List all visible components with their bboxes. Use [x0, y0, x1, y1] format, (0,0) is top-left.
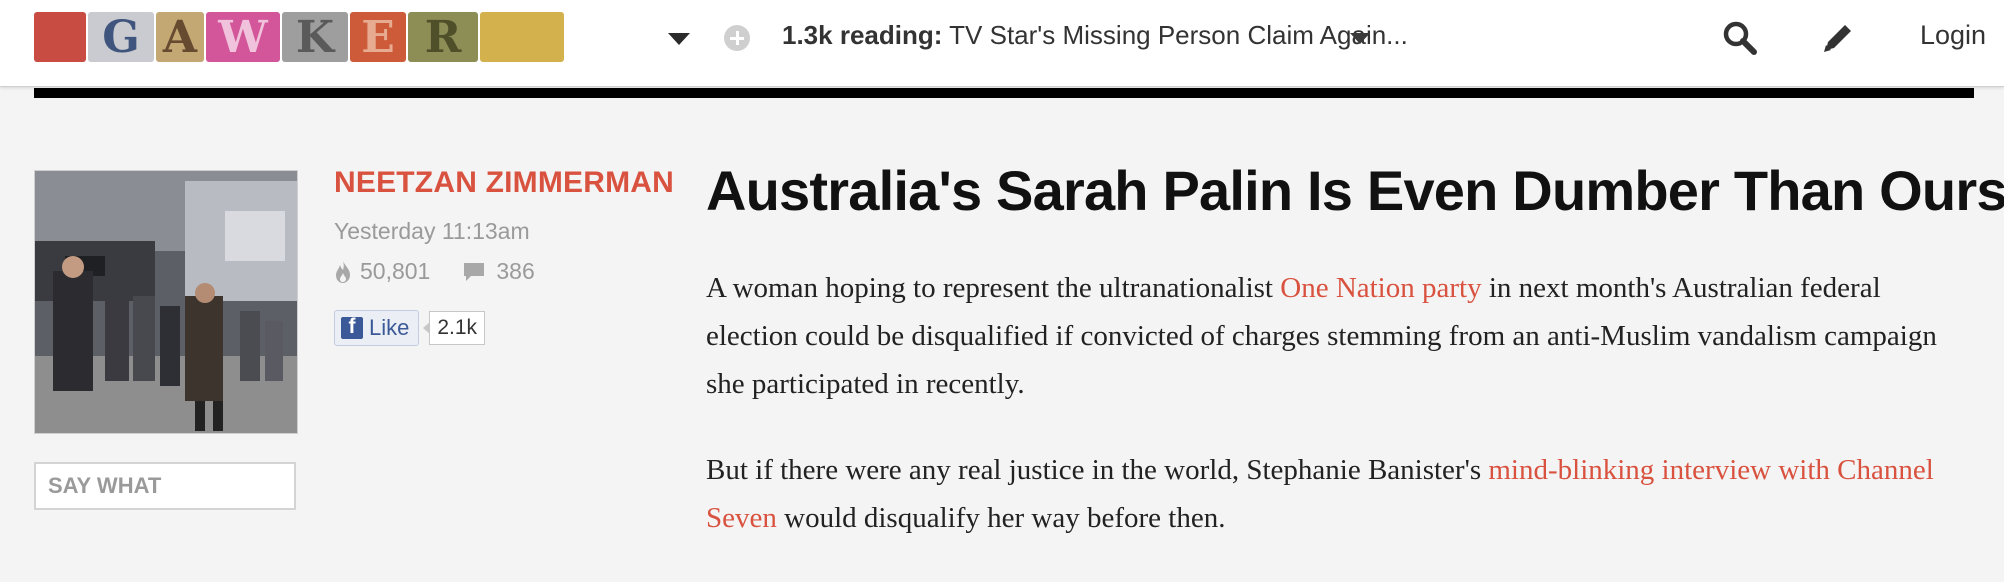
- comment-input[interactable]: [34, 462, 296, 510]
- paragraph-text: A woman hoping to represent the ultranat…: [706, 272, 1281, 304]
- chevron-down-icon[interactable]: [668, 33, 690, 45]
- paragraph-text: would disqualify her way before then.: [776, 502, 1226, 534]
- plus-circle-icon[interactable]: [724, 25, 750, 51]
- logo-tile: K: [282, 12, 348, 63]
- logo-tile: E: [350, 12, 406, 63]
- logo-tile: G: [88, 12, 154, 63]
- reading-now-link[interactable]: 1.3k reading: TV Star's Missing Person C…: [782, 20, 1408, 51]
- paragraph-text: But if there were any real justice in th…: [706, 454, 1489, 486]
- top-nav-bar: G A W K E R 1.3k reading: TV Star's Miss…: [0, 0, 2004, 87]
- chevron-down-icon[interactable]: [1350, 33, 1370, 44]
- comment-icon[interactable]: [462, 261, 486, 283]
- article-paragraph: But if there were any real justice in th…: [706, 446, 1976, 542]
- post-timestamp[interactable]: Yesterday 11:13am: [334, 218, 530, 245]
- like-label: Like: [369, 315, 410, 340]
- author-name-link[interactable]: NEETZAN ZIMMERMAN: [334, 166, 674, 200]
- reading-count: 1.3k reading:: [782, 20, 943, 50]
- article-paragraph: A woman hoping to represent the ultranat…: [706, 264, 1976, 408]
- logo-tile: [34, 12, 86, 62]
- view-count: 50,801: [360, 258, 431, 284]
- logo-tile: W: [206, 12, 280, 63]
- facebook-icon: f: [341, 315, 363, 339]
- comment-count[interactable]: 386: [496, 258, 534, 285]
- search-icon[interactable]: [1722, 20, 1758, 56]
- gawker-logo[interactable]: G A W K E R: [34, 12, 566, 63]
- login-link[interactable]: Login: [1920, 20, 1986, 51]
- post-stats: 50,801 386: [334, 258, 535, 285]
- reading-title: TV Star's Missing Person Claim Again...: [949, 20, 1408, 50]
- like-count: 2.1k: [423, 311, 486, 345]
- logo-tile: [480, 12, 564, 62]
- author-photo[interactable]: [34, 170, 298, 434]
- logo-tile: A: [156, 12, 204, 63]
- pencil-icon[interactable]: [1820, 20, 1856, 56]
- logo-tile: R: [408, 12, 478, 63]
- street-scene-image: [35, 171, 297, 433]
- article-headline[interactable]: Australia's Sarah Palin Is Even Dumber T…: [706, 158, 2004, 223]
- facebook-like-button[interactable]: f Like: [334, 310, 420, 346]
- facebook-like-widget: f Like 2.1k: [334, 310, 486, 346]
- flame-icon: [336, 260, 350, 283]
- one-nation-party-link[interactable]: One Nation party: [1280, 272, 1481, 304]
- header-rule: [34, 88, 1974, 98]
